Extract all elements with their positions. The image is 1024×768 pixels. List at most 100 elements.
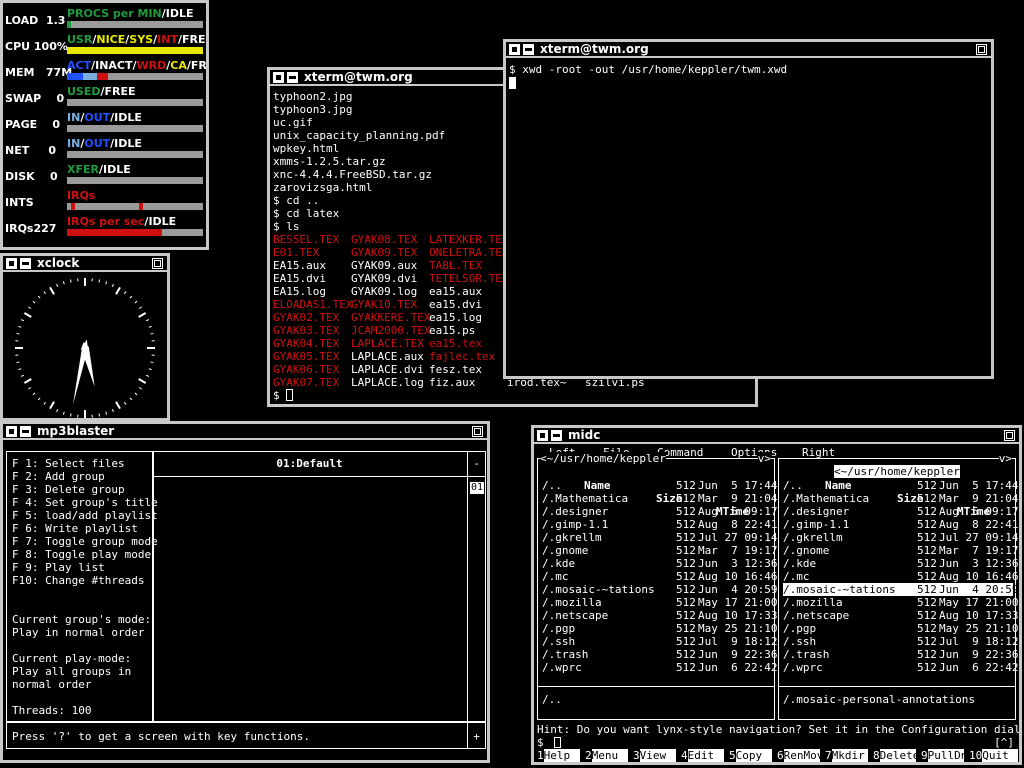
monitor-legend: IRQs per sec/IDLE bbox=[67, 215, 176, 228]
close-icon[interactable] bbox=[273, 72, 284, 83]
file-row[interactable]: /.mozilla 512 May 17 21:00 bbox=[783, 596, 1018, 609]
fkey-renmov[interactable]: 6RenMov bbox=[777, 749, 825, 762]
file-row[interactable]: /.ssh 512 Jul 9 18:12 bbox=[542, 635, 777, 648]
xterm-titlebar[interactable]: xterm@twm.org bbox=[506, 42, 991, 58]
file-row[interactable]: /.mc 512 Aug 10 16:46 bbox=[542, 570, 777, 583]
file-row[interactable]: /.pgp 512 May 25 21:10 bbox=[542, 622, 777, 635]
file-row[interactable]: /.Mathematica 512 Mar 9 21:04 bbox=[542, 492, 777, 505]
key-function-item[interactable]: F 4: Set group's title bbox=[12, 496, 158, 509]
xterm-window-xwd[interactable]: xterm@twm.org $ xwd -root -out /usr/home… bbox=[503, 39, 994, 379]
file-row[interactable]: /.mosaic-~tations 512 Jun 4 20:59 bbox=[542, 583, 777, 596]
right-panel[interactable]: <~/usr/home/keppler v> Name Size MTime /… bbox=[778, 452, 1018, 720]
file-row[interactable]: /.gkrellm 512 Jul 27 09:14 bbox=[542, 531, 777, 544]
xclock-titlebar[interactable]: xclock bbox=[3, 256, 167, 272]
terminal-text: ONELETRA.TEX bbox=[429, 246, 509, 259]
iconify-icon[interactable] bbox=[20, 258, 31, 269]
file-row[interactable]: /.designer 512 Aug 5 09:17 bbox=[542, 505, 777, 518]
fkey-view[interactable]: 3View bbox=[633, 749, 681, 762]
fkey-pulldn[interactable]: 9PullDn bbox=[921, 749, 969, 762]
command-prompt[interactable]: $ [^] bbox=[537, 736, 1016, 749]
file-name: /.mosaic-~tations bbox=[542, 583, 655, 596]
file-row[interactable]: /.kde 512 Jun 3 12:36 bbox=[542, 557, 777, 570]
bar-fill bbox=[96, 73, 108, 80]
scroll-up-button[interactable]: - bbox=[468, 457, 485, 470]
file-row[interactable]: /.designer 512 Aug 5 09:17 bbox=[783, 505, 1018, 518]
xclock-window[interactable]: xclock bbox=[0, 253, 170, 421]
file-row[interactable]: /.wprc 512 Jun 6 22:42 bbox=[783, 661, 1018, 674]
key-function-item[interactable]: F 5: load/add playlist bbox=[12, 509, 158, 522]
fkey-help[interactable]: 1Help bbox=[537, 749, 585, 762]
key-function-item[interactable]: F 7: Toggle group mode bbox=[12, 535, 158, 548]
clock-tick bbox=[69, 279, 72, 283]
key-function-item[interactable]: F10: Change #threads bbox=[12, 574, 158, 587]
scrollbar[interactable]: - 01 bbox=[467, 452, 485, 721]
resize-icon[interactable] bbox=[1004, 430, 1015, 441]
close-icon[interactable] bbox=[6, 426, 17, 437]
file-row[interactable]: /.mosaic-~tations 512 Jun 4 20:59 bbox=[783, 583, 1018, 596]
file-row[interactable]: /.. 512 Jun 5 17:44 bbox=[783, 479, 1018, 492]
close-icon[interactable] bbox=[6, 258, 17, 269]
resize-icon[interactable] bbox=[152, 258, 163, 269]
left-panel[interactable]: <~/usr/home/keppler v> Name Size MTime /… bbox=[537, 452, 777, 720]
file-size: 512 bbox=[917, 570, 937, 583]
fkey-copy[interactable]: 5Copy bbox=[729, 749, 777, 762]
key-function-item[interactable]: F 1: Select files bbox=[12, 457, 158, 470]
mc-window[interactable]: midc Left File Command Options Right <~/… bbox=[531, 425, 1022, 765]
file-size: 512 bbox=[676, 518, 696, 531]
file-row[interactable]: /.netscape 512 Aug 10 17:33 bbox=[783, 609, 1018, 622]
file-mtime: May 17 21:00 bbox=[698, 596, 778, 609]
fkey-edit[interactable]: 4Edit bbox=[681, 749, 729, 762]
clock-tick bbox=[148, 368, 152, 371]
file-row[interactable]: /.Mathematica 512 Mar 9 21:04 bbox=[783, 492, 1018, 505]
file-row[interactable]: /.gkrellm 512 Jul 27 09:14 bbox=[783, 531, 1018, 544]
resize-icon[interactable] bbox=[976, 44, 987, 55]
legend-part: USR bbox=[67, 33, 93, 46]
file-row[interactable]: /.gnome 512 Mar 7 19:17 bbox=[542, 544, 777, 557]
iconify-icon[interactable] bbox=[523, 44, 534, 55]
file-size: 512 bbox=[917, 531, 937, 544]
resize-icon[interactable] bbox=[472, 426, 483, 437]
key-function-item[interactable]: F 9: Play list bbox=[12, 561, 158, 574]
key-function-item[interactable]: F 3: Delete group bbox=[12, 483, 158, 496]
file-row[interactable]: /.gnome 512 Mar 7 19:17 bbox=[783, 544, 1018, 557]
key-function-item[interactable]: F 2: Add group bbox=[12, 470, 158, 483]
close-icon[interactable] bbox=[537, 430, 548, 441]
mc-titlebar[interactable]: midc bbox=[534, 428, 1019, 444]
group-indicator[interactable]: 01 bbox=[470, 482, 485, 494]
key-function-item[interactable]: F 6: Write playlist bbox=[12, 522, 158, 535]
file-row[interactable]: /.trash 512 Jun 9 22:36 bbox=[783, 648, 1018, 661]
scroll-down-button[interactable]: + bbox=[467, 723, 485, 748]
fkey-quit[interactable]: 10Quit bbox=[969, 749, 1019, 762]
terminal-text: E01.TEX bbox=[273, 246, 320, 259]
monitor-legend: IRQs bbox=[67, 189, 95, 202]
file-row[interactable]: /.ssh 512 Jul 9 18:12 bbox=[783, 635, 1018, 648]
file-row[interactable]: /.gimp-1.1 512 Aug 8 22:41 bbox=[542, 518, 777, 531]
file-row[interactable]: /.trash 512 Jun 9 22:36 bbox=[542, 648, 777, 661]
mp3blaster-window[interactable]: mp3blaster F 1: Select files F 2: Add gro… bbox=[0, 421, 490, 763]
clock-tick bbox=[20, 374, 24, 377]
window-title: midc bbox=[568, 428, 601, 442]
file-row[interactable]: /.mozilla 512 May 17 21:00 bbox=[542, 596, 777, 609]
file-name: /.ssh bbox=[783, 635, 817, 648]
file-row[interactable]: /.netscape 512 Aug 10 17:33 bbox=[542, 609, 777, 622]
fkey-menu[interactable]: 2Menu bbox=[585, 749, 633, 762]
iconify-icon[interactable] bbox=[551, 430, 562, 441]
file-row[interactable]: /.wprc 512 Jun 6 22:42 bbox=[542, 661, 777, 674]
mp3blaster-titlebar[interactable]: mp3blaster bbox=[3, 424, 487, 440]
terminal-output[interactable]: $ xwd -root -out /usr/home/keppler/twm.x… bbox=[509, 63, 991, 376]
file-row[interactable]: /.. 512 Jun 5 17:44 bbox=[542, 479, 777, 492]
fkey-mkdir[interactable]: 7Mkdir bbox=[825, 749, 873, 762]
file-row[interactable]: /.kde 512 Jun 3 12:36 bbox=[783, 557, 1018, 570]
file-row[interactable]: /.gimp-1.1 512 Aug 8 22:41 bbox=[783, 518, 1018, 531]
file-row[interactable]: /.pgp 512 May 25 21:10 bbox=[783, 622, 1018, 635]
fkey-delete[interactable]: 8Delete bbox=[873, 749, 921, 762]
file-row[interactable]: /.mc 512 Aug 10 16:46 bbox=[783, 570, 1018, 583]
clock-tick bbox=[49, 286, 55, 295]
legend-part: /FREE bbox=[100, 85, 136, 98]
close-icon[interactable] bbox=[509, 44, 520, 55]
mp3blaster-screen: F 1: Select files F 2: Add group F 3: Dele… bbox=[3, 442, 487, 760]
key-function-item[interactable]: F 8: Toggle play mode bbox=[12, 548, 158, 561]
iconify-icon[interactable] bbox=[20, 426, 31, 437]
playlist-panel[interactable]: 01:Default - 01 bbox=[153, 451, 486, 722]
iconify-icon[interactable] bbox=[287, 72, 298, 83]
